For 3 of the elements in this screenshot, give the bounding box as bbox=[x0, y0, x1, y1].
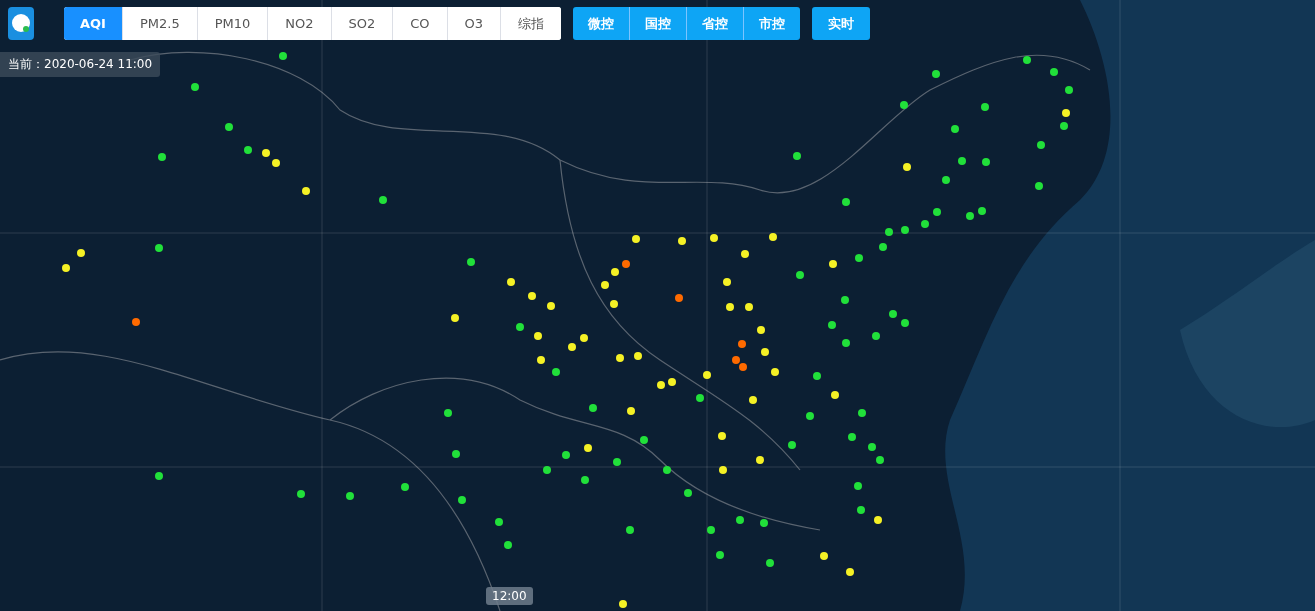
current-time-label: 当前：2020-06-24 11:00 bbox=[0, 52, 161, 77]
timeline-marker: 12:00 bbox=[486, 587, 533, 605]
logo-icon bbox=[8, 7, 34, 40]
